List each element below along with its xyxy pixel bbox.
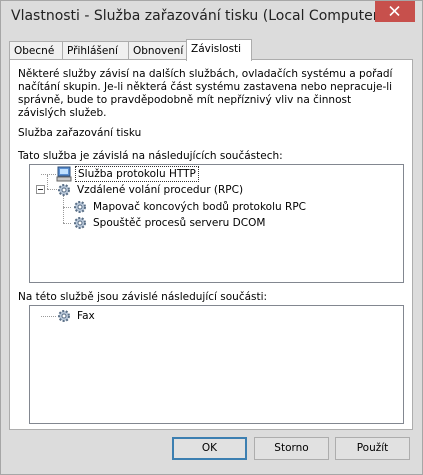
close-button[interactable] [375, 1, 415, 22]
dependents-tree[interactable]: Fax [29, 305, 404, 424]
tab-dependencies[interactable]: Závislosti [186, 39, 252, 61]
window-title: Vlastnosti - Služba zařazování tisku (Lo… [11, 8, 384, 24]
properties-window: Vlastnosti - Služba zařazování tisku (Lo… [0, 0, 423, 475]
apply-button[interactable]: Použít [335, 437, 410, 460]
tree-item-label: Spouštěč procesů serveru DCOM [93, 217, 266, 229]
tab-logon[interactable]: Přihlášení [62, 41, 129, 60]
depends-on-label: Tato služba je závislá na následujících … [18, 150, 283, 162]
description-text: Některé služby závisí na dalších službác… [18, 68, 393, 119]
service-gear-icon [74, 217, 86, 229]
tab-label: Závislosti [191, 43, 242, 55]
tree-connector [41, 174, 56, 175]
tree-item-label: Vzdálené volání procedur (RPC) [77, 184, 244, 196]
collapse-toggle[interactable] [36, 185, 45, 194]
service-gear-icon [58, 184, 70, 196]
close-icon [389, 6, 400, 16]
tree-connector [41, 316, 56, 317]
tab-general[interactable]: Obecné [9, 41, 63, 60]
tree-connector [47, 175, 48, 189]
computer-icon [56, 166, 72, 182]
service-gear-icon [74, 201, 86, 213]
service-name: Služba zařazování tisku [18, 127, 142, 139]
tab-label: Obnovení [133, 45, 184, 57]
tree-item-label: Služba protokolu HTTP [75, 166, 199, 182]
tree-connector [63, 223, 71, 224]
tree-item-label: Mapovač koncových bodů protokolu RPC [93, 201, 306, 213]
tree-item-label: Fax [77, 310, 95, 322]
tab-label: Obecné [14, 45, 55, 57]
ok-button[interactable]: OK [172, 437, 247, 460]
title-bar[interactable]: Vlastnosti - Služba zařazování tisku (Lo… [1, 1, 422, 33]
tab-recovery[interactable]: Obnovení [128, 41, 187, 60]
tree-connector [63, 195, 64, 223]
cancel-button[interactable]: Storno [254, 437, 329, 460]
tree-connector [63, 207, 71, 208]
tab-label: Přihlášení [67, 45, 118, 57]
depends-on-tree[interactable]: Služba protokolu HTTP Vzdálené volání pr… [29, 164, 404, 283]
service-gear-icon [58, 310, 70, 322]
dependents-label: Na této službě jsou závislé následující … [18, 291, 268, 303]
